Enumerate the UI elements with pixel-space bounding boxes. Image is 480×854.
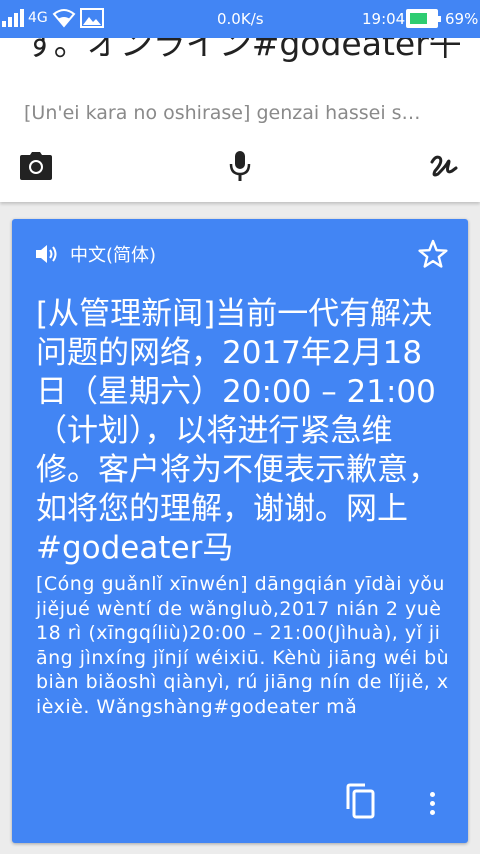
more-dot <box>429 809 435 815</box>
input-card[interactable]: す。オンライン#godeater午 [Un'ei kara no oshiras… <box>0 38 480 202</box>
camera-icon <box>20 152 52 180</box>
target-language-row[interactable]: 中文(简体) <box>36 241 156 267</box>
copy-icon <box>346 783 375 819</box>
status-bar: 4G 0.0K/s 19:04 69% <box>0 0 480 38</box>
speaker-icon[interactable] <box>36 243 60 265</box>
battery-percent: 69% <box>445 10 479 28</box>
clock: 19:04 <box>362 10 406 28</box>
favorite-button[interactable] <box>418 239 448 273</box>
source-transliteration: [Un'ei kara no oshirase] genzai hassei s… <box>24 102 421 124</box>
camera-button[interactable] <box>16 146 56 186</box>
target-language-label: 中文(简体) <box>70 245 157 266</box>
handwriting-button[interactable] <box>424 146 464 186</box>
wifi-icon <box>52 9 76 28</box>
microphone-icon <box>229 151 251 181</box>
network-speed: 0.0K/s <box>217 10 264 28</box>
battery-level <box>410 13 427 24</box>
copy-button[interactable] <box>342 781 378 821</box>
star-icon <box>418 239 448 268</box>
battery-icon <box>406 9 441 28</box>
translation-text[interactable]: [从管理新闻]当前一代有解决问题的网络，2017年2月18日（星期六）20:00… <box>36 295 450 568</box>
image-icon <box>79 8 104 28</box>
source-text[interactable]: す。オンライン#godeater午 <box>24 38 464 66</box>
network-type: 4G <box>28 10 48 26</box>
more-dot <box>429 800 435 806</box>
translation-pinyin: [Cóng guǎnlǐ xīnwén] dāngqián yīdài yǒu … <box>36 573 450 718</box>
signal-strength-icon <box>2 9 24 27</box>
more-dot <box>429 791 435 797</box>
translation-result-card[interactable]: 中文(简体) [从管理新闻]当前一代有解决问题的网络，2017年2月18日（星期… <box>12 219 468 843</box>
voice-input-button[interactable] <box>220 146 260 186</box>
handwriting-icon <box>430 155 458 177</box>
status-left: 4G <box>2 8 104 28</box>
more-options-button[interactable] <box>420 785 444 821</box>
